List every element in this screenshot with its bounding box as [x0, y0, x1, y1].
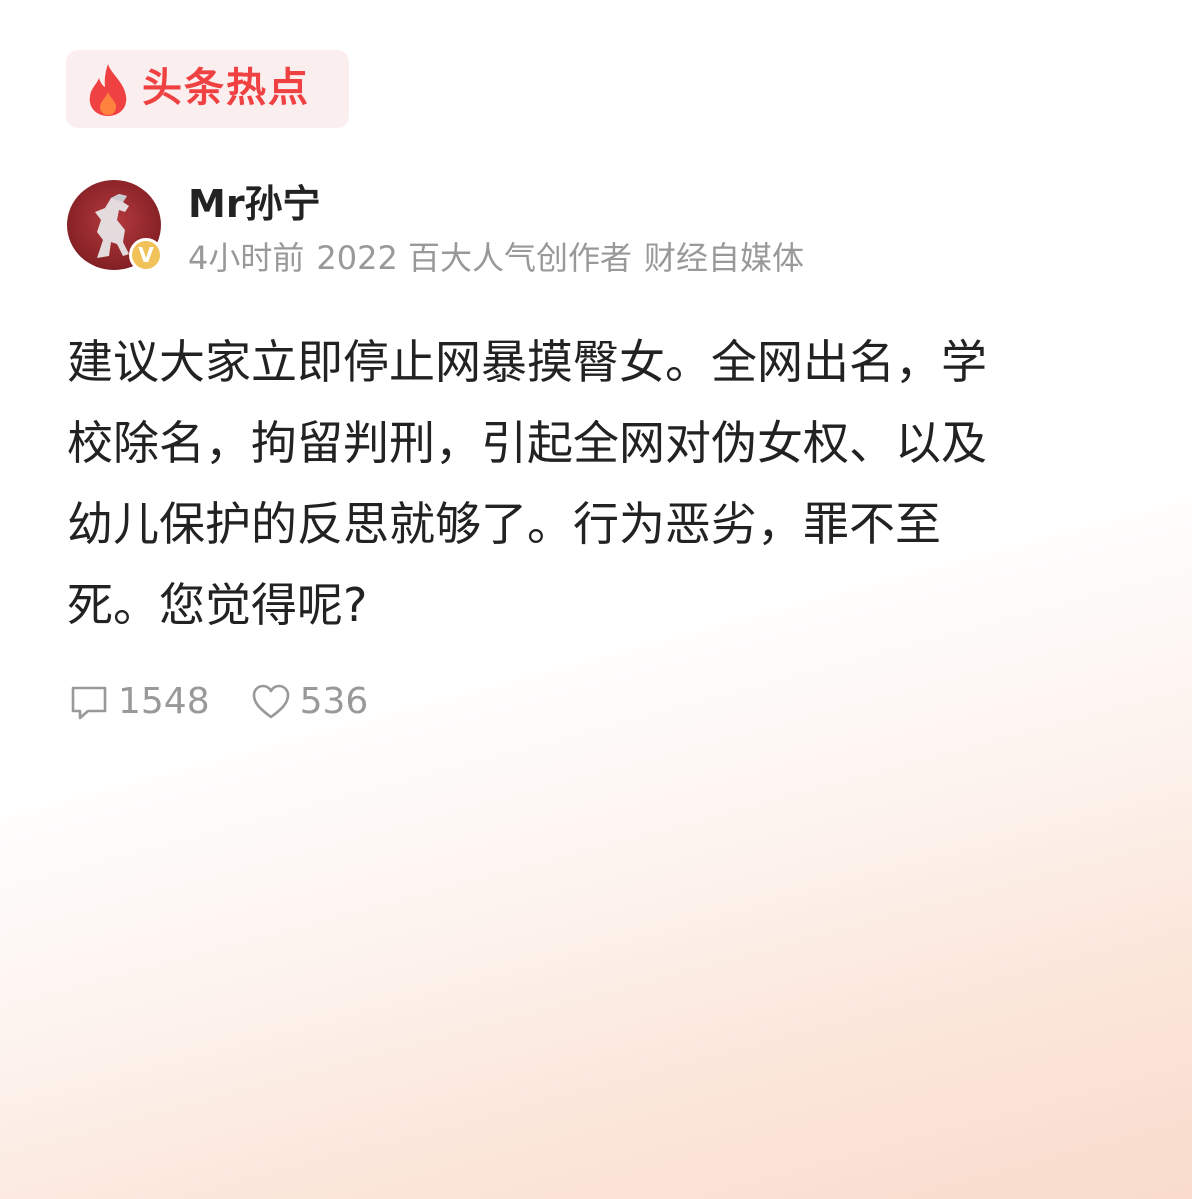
- post-time: 4小时前: [188, 239, 305, 277]
- avatar[interactable]: V: [67, 180, 163, 272]
- post-line: 死。您觉得呢?: [67, 578, 368, 632]
- flame-icon: [89, 64, 127, 116]
- heart-icon: [252, 684, 289, 719]
- author-tag: 2022 百大人气创作者: [316, 239, 632, 277]
- like-count: 536: [299, 681, 369, 722]
- post-meta: 4小时前 2022 百大人气创作者 财经自媒体: [188, 236, 804, 280]
- author-name[interactable]: Mr孙宁: [188, 180, 321, 228]
- hot-topic-badge[interactable]: 头条热点: [66, 50, 349, 128]
- post-line: 幼儿保护的反思就够了。行为恶劣，罪不至: [67, 497, 941, 551]
- comment-button[interactable]: 1548: [68, 680, 210, 724]
- author-category: 财经自媒体: [644, 239, 805, 277]
- post-line: 校除名，拘留判刑，引起全网对伪女权、以及: [67, 416, 987, 470]
- badge-label: 头条热点: [142, 65, 310, 111]
- verified-icon: V: [129, 238, 163, 272]
- post-actions: 1548 536: [68, 680, 408, 724]
- post-body: 建议大家立即停止网暴摸臀女。全网出名，学 校除名，拘留判刑，引起全网对伪女权、以…: [67, 322, 1107, 646]
- post-line: 建议大家立即停止网暴摸臀女。全网出名，学: [67, 335, 987, 389]
- comment-icon: [71, 686, 107, 720]
- comment-count: 1548: [118, 681, 210, 722]
- like-button[interactable]: 536: [250, 680, 369, 724]
